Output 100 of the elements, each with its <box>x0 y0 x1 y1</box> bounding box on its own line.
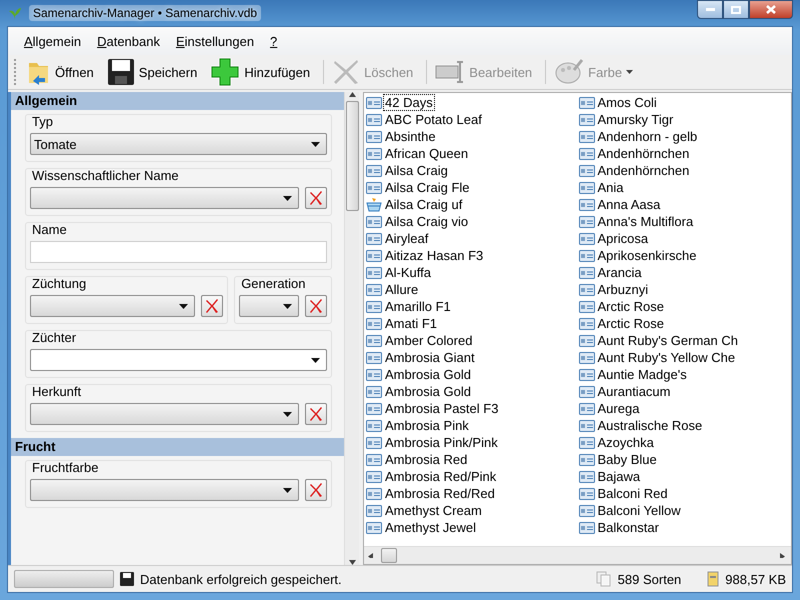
field-label: Name <box>32 222 68 237</box>
list-item[interactable]: Auntie Madge's <box>596 367 688 382</box>
list-item[interactable]: Bajawa <box>596 469 642 484</box>
list-item[interactable]: Amethyst Jewel <box>384 520 478 535</box>
list-item[interactable]: Aunt Ruby's Yellow Che <box>596 350 736 365</box>
scroll-right-icon[interactable] <box>780 553 787 558</box>
record-icon <box>366 470 382 483</box>
list-item[interactable]: Anna Aasa <box>596 197 662 212</box>
list-item[interactable]: Ambrosia Pink <box>384 418 470 433</box>
toolbar-button[interactable]: Öffnen <box>24 56 102 88</box>
minimize-button[interactable] <box>697 0 723 19</box>
list-item[interactable]: Amati F1 <box>384 316 438 331</box>
list-item[interactable]: Baby Blue <box>596 452 658 467</box>
list-item[interactable]: Ailsa Craig Fle <box>384 180 471 195</box>
edit-icon <box>435 59 466 85</box>
list-item[interactable]: 42 Days <box>384 95 434 110</box>
toolbar-button[interactable]: Hinzufügen <box>207 56 318 88</box>
scroll-up-icon[interactable] <box>348 92 356 97</box>
record-icon <box>578 521 594 534</box>
menu-item[interactable]: Einstellungen <box>168 34 262 48</box>
list-item[interactable]: Arctic Rose <box>596 299 665 314</box>
list-item[interactable]: Ambrosia Red/Pink <box>384 469 498 484</box>
list-item[interactable]: Amethyst Cream <box>384 503 483 518</box>
list-item[interactable]: Aurantiacum <box>596 384 672 399</box>
list-item[interactable]: Aitizaz Hasan F3 <box>384 248 484 263</box>
list-item[interactable]: Aprikosenkirsche <box>596 248 698 263</box>
dropdown-field[interactable] <box>30 479 299 501</box>
record-icon <box>366 453 382 466</box>
dropdown-field[interactable] <box>30 295 196 317</box>
clear-button[interactable] <box>305 295 327 317</box>
record-icon <box>366 351 382 364</box>
list-item[interactable]: ABC Potato Leaf <box>384 112 483 127</box>
caret-icon <box>311 358 320 362</box>
scroll-down-icon[interactable] <box>348 560 356 565</box>
list-item[interactable]: Ambrosia Pastel F3 <box>384 401 500 416</box>
list-item[interactable]: Al-Kuffa <box>384 265 432 280</box>
pages-icon <box>596 571 612 587</box>
dropdown-field[interactable] <box>30 349 327 371</box>
list-item[interactable]: Ambrosia Red <box>384 452 468 467</box>
list-item[interactable]: Ambrosia Pink/Pink <box>384 435 499 450</box>
clear-button[interactable] <box>201 295 224 317</box>
list-item[interactable]: Amarillo F1 <box>384 299 452 314</box>
dropdown-field[interactable] <box>30 187 299 209</box>
app-leaf-icon <box>7 5 23 21</box>
record-icon <box>366 436 382 449</box>
record-icon <box>578 334 594 347</box>
list-item[interactable]: Ambrosia Gold <box>384 384 472 399</box>
list-item[interactable]: Ailsa Craig vio <box>384 214 470 229</box>
list-item[interactable]: Balkonstar <box>596 520 660 535</box>
list-item[interactable]: Andenhörnchen <box>596 146 690 161</box>
list-item[interactable]: Ailsa Craig uf <box>384 197 464 212</box>
list-item[interactable]: Arbuznyi <box>596 282 650 297</box>
dropdown-field[interactable]: Tomate <box>30 133 327 155</box>
list-item[interactable]: Azoychka <box>596 435 655 450</box>
scrollbar-thumb[interactable] <box>381 548 397 563</box>
list-item[interactable]: Balconi Red <box>596 486 669 501</box>
list-item[interactable]: Ambrosia Giant <box>384 350 476 365</box>
list-item[interactable]: Anna's Multiflora <box>596 214 694 229</box>
input-field[interactable] <box>30 241 327 263</box>
scroll-left-icon[interactable] <box>368 553 375 558</box>
field-label: Züchtung <box>32 276 88 291</box>
list-item[interactable]: Airyleaf <box>384 231 430 246</box>
list-item[interactable]: Allure <box>384 282 420 297</box>
clear-button[interactable] <box>305 403 327 425</box>
clear-button[interactable] <box>305 187 327 209</box>
list-item[interactable]: Ailsa Craig <box>384 163 449 178</box>
close-button[interactable] <box>749 0 793 19</box>
toolbar-button[interactable]: Speichern <box>104 56 206 88</box>
list-item[interactable]: Ania <box>596 180 625 195</box>
list-item[interactable]: Arctic Rose <box>596 316 665 331</box>
dropdown-field[interactable] <box>239 295 299 317</box>
list-item[interactable]: Andenhorn - gelb <box>596 129 698 144</box>
menu-item[interactable]: Allgemein <box>16 34 90 48</box>
list-item[interactable]: African Queen <box>384 146 470 161</box>
caret-icon <box>283 196 292 200</box>
clear-icon <box>308 298 324 314</box>
caret-icon <box>179 304 188 308</box>
record-icon <box>578 113 594 126</box>
menu-item[interactable]: ? <box>262 34 286 48</box>
list-item[interactable]: Amursky Tigr <box>596 112 674 127</box>
scrollbar-thumb[interactable] <box>346 101 358 211</box>
list-item[interactable]: Aunt Ruby's German Ch <box>596 333 739 348</box>
record-icon <box>578 198 594 211</box>
maximize-button[interactable] <box>723 0 749 19</box>
list-item[interactable]: Balconi Yellow <box>596 503 682 518</box>
list-item[interactable]: Ambrosia Red/Red <box>384 486 496 501</box>
list-item[interactable]: Arancia <box>596 265 643 280</box>
dropdown-field[interactable] <box>30 403 299 425</box>
record-count: 589 Sorten <box>618 572 682 586</box>
list-item[interactable]: Absinthe <box>384 129 437 144</box>
list-item[interactable]: Apricosa <box>596 231 650 246</box>
list-item[interactable]: Australische Rose <box>596 418 704 433</box>
list-item[interactable]: Amber Colored <box>384 333 474 348</box>
clear-button[interactable] <box>305 479 327 501</box>
list-item[interactable]: Amos Coli <box>596 95 658 110</box>
list-item[interactable]: Aurega <box>596 401 640 416</box>
list-item[interactable]: Ambrosia Gold <box>384 367 472 382</box>
list-item[interactable]: Andenhörnchen <box>596 163 690 178</box>
menu-item[interactable]: Datenbank <box>89 34 168 48</box>
dropdown-value: Tomate <box>34 136 77 152</box>
